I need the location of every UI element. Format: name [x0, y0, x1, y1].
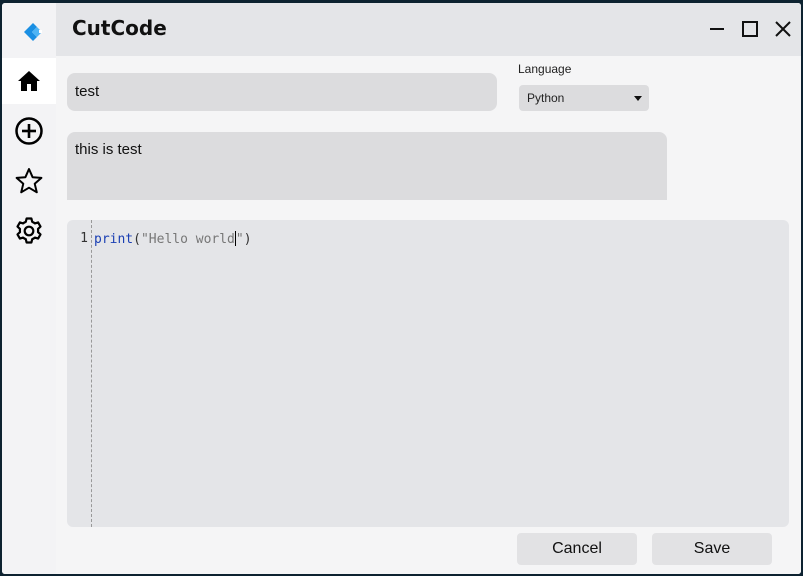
gear-icon	[16, 217, 42, 244]
sidebar-item-home[interactable]	[2, 58, 56, 104]
description-input[interactable]: this is test	[67, 132, 667, 200]
chevron-down-icon	[634, 96, 642, 101]
code-editor[interactable]: 1 print("Hello world")	[67, 220, 789, 527]
close-icon	[775, 21, 791, 37]
sidebar-item-add[interactable]	[2, 108, 56, 154]
title-input[interactable]: test	[67, 73, 497, 111]
code-string: "Hello world	[140, 232, 235, 247]
code-paren-close: )	[243, 232, 252, 247]
language-selected-value: Python	[527, 91, 565, 105]
sidebar-item-favorites[interactable]	[2, 158, 56, 204]
minimize-icon	[710, 28, 724, 30]
close-button[interactable]	[770, 16, 796, 42]
code-string-quote: "	[235, 232, 244, 247]
cancel-button[interactable]: Cancel	[517, 533, 637, 565]
star-icon	[15, 168, 43, 194]
sidebar	[2, 3, 56, 574]
snippet-form: test Language Python this is test 1 prin…	[56, 56, 801, 574]
plus-circle-icon	[15, 117, 43, 145]
home-icon	[18, 71, 40, 91]
save-button[interactable]: Save	[652, 533, 772, 565]
line-number-gutter: 1	[67, 220, 92, 527]
cutcode-logo-icon	[24, 23, 42, 41]
maximize-button[interactable]	[737, 16, 763, 42]
code-keyword: print	[94, 232, 134, 247]
minimize-button[interactable]	[704, 16, 730, 42]
main-content: CutCode test Language Python this is tes…	[56, 3, 801, 574]
code-line[interactable]: print("Hello world")	[94, 231, 252, 247]
app-title: CutCode	[72, 16, 167, 40]
titlebar: CutCode	[56, 3, 801, 56]
maximize-icon	[742, 21, 758, 37]
sidebar-item-settings[interactable]	[2, 208, 56, 254]
language-label: Language	[518, 62, 572, 76]
code-paren-open: (	[133, 232, 141, 247]
language-select[interactable]: Python	[519, 85, 649, 111]
app-window: CutCode test Language Python this is tes…	[2, 3, 801, 574]
line-number: 1	[80, 231, 88, 246]
